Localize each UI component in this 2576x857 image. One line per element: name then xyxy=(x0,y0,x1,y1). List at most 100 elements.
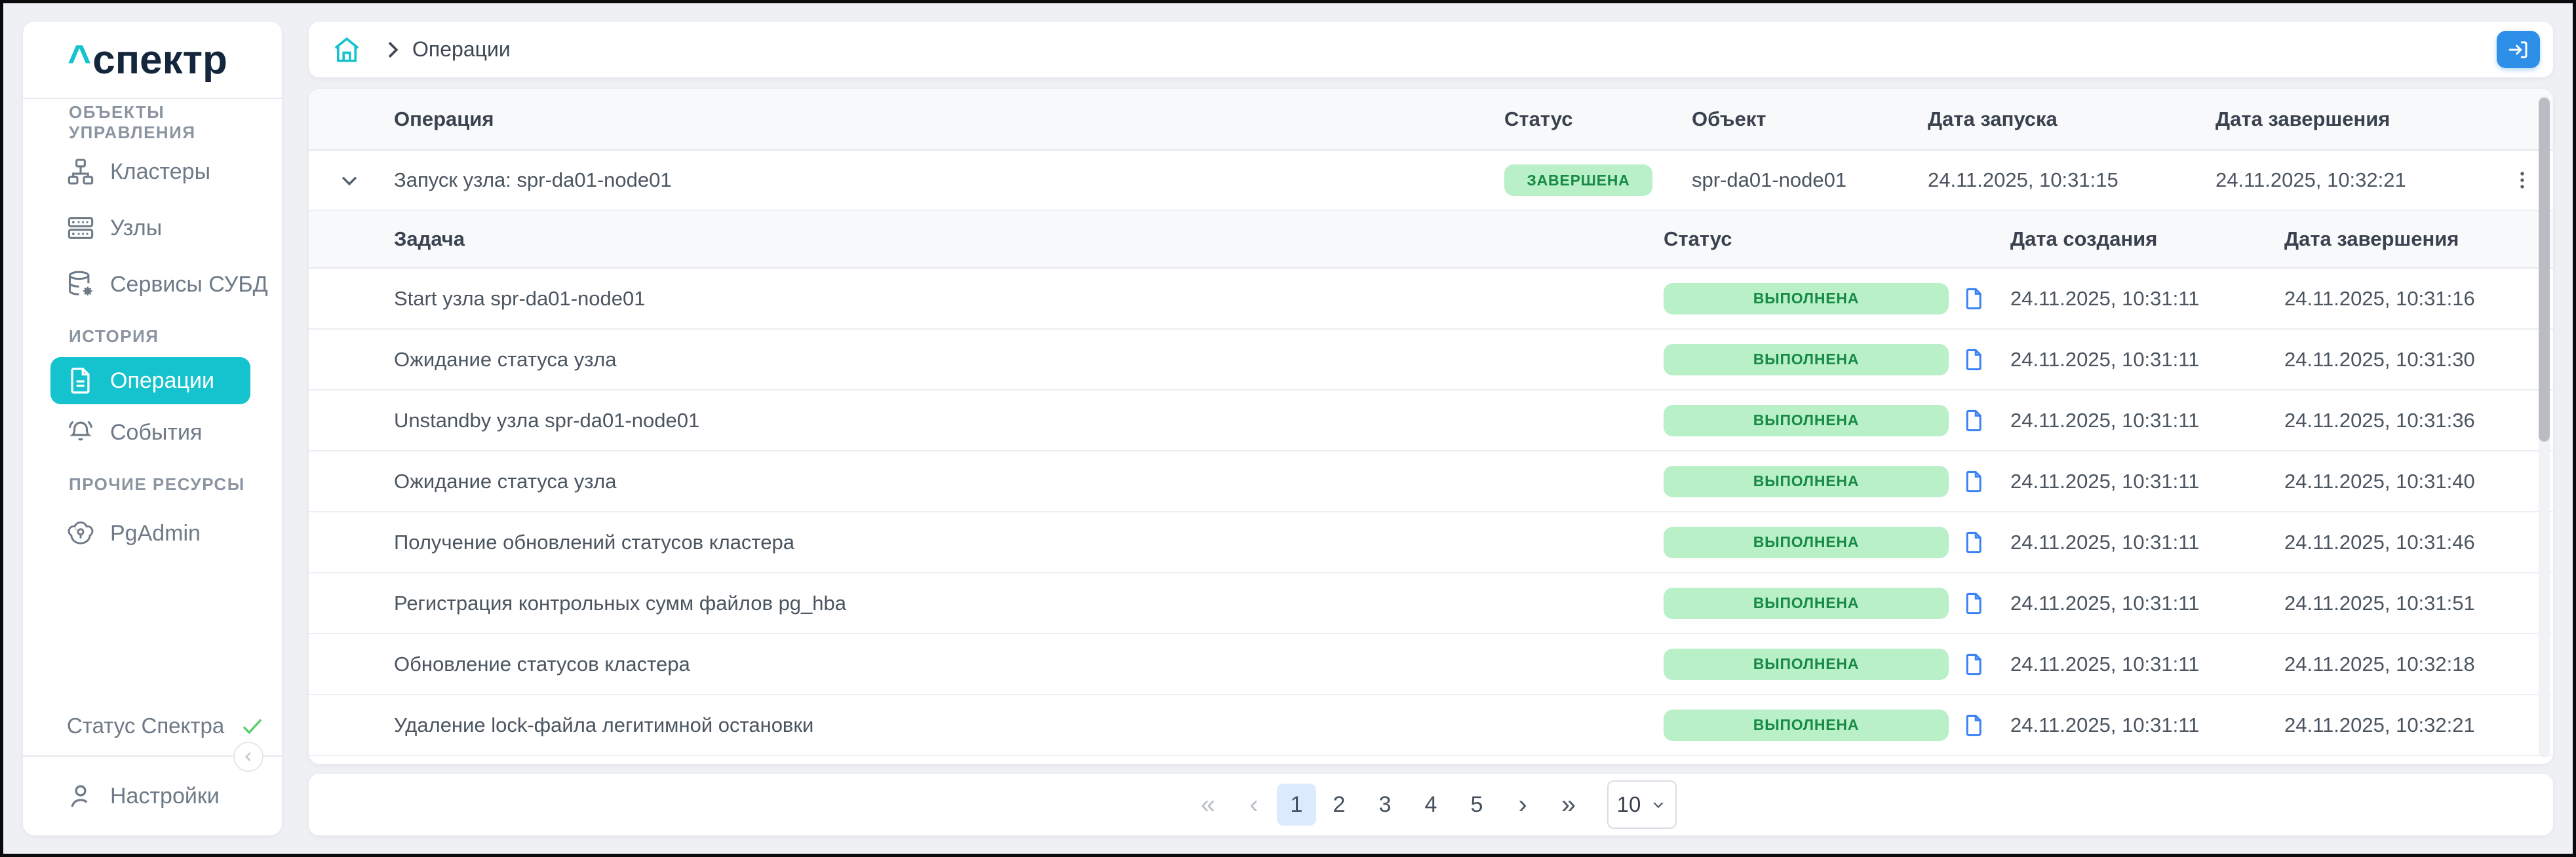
task-end-date: 24.11.2025, 10:31:51 xyxy=(2284,592,2553,615)
page-button-4[interactable]: 4 xyxy=(1408,782,1454,828)
task-rows: Start узла spr-da01-node01 ВЫПОЛНЕНА 24.… xyxy=(309,269,2553,756)
task-status-badge: ВЫПОЛНЕНА xyxy=(1664,649,1949,680)
task-status-badge: ВЫПОЛНЕНА xyxy=(1664,466,1949,497)
task-log-button[interactable] xyxy=(1962,345,1987,375)
sidebar-item-label: События xyxy=(110,420,202,446)
task-title: Start узла spr-da01-node01 xyxy=(394,287,1664,311)
file-icon xyxy=(1962,406,1987,436)
sidebar-item-clusters[interactable]: Кластеры xyxy=(23,143,282,200)
col-header-start-date: Дата запуска xyxy=(1928,107,2215,131)
section-header-management-objects: ОБЪЕКТЫ УПРАВЛЕНИЯ xyxy=(23,109,282,136)
task-title: Unstandby узла spr-da01-node01 xyxy=(394,409,1664,432)
task-title: Получение обновлений статусов кластера xyxy=(394,531,1664,554)
next-page-button[interactable]: › xyxy=(1500,782,1546,828)
clusters-icon xyxy=(66,157,96,187)
task-status-badge: ВЫПОЛНЕНА xyxy=(1664,710,1949,741)
file-icon xyxy=(1962,467,1987,497)
task-row[interactable]: Удаление lock-файла легитимной остановки… xyxy=(309,695,2553,756)
sidebar-item-nodes[interactable]: Узлы xyxy=(23,200,282,256)
file-icon xyxy=(1962,649,1987,679)
page-size-value: 10 xyxy=(1617,792,1641,817)
operation-end-date: 24.11.2025, 10:32:21 xyxy=(2215,168,2506,192)
file-icon xyxy=(1962,588,1987,619)
sidebar-item-db-services[interactable]: Сервисы СУБД xyxy=(23,256,282,313)
page-button-1[interactable]: 1 xyxy=(1277,784,1316,826)
task-end-date: 24.11.2025, 10:32:18 xyxy=(2284,653,2553,676)
task-log-button[interactable] xyxy=(1962,649,1987,679)
sidebar-item-pgadmin[interactable]: PgAdmin xyxy=(23,505,282,562)
task-row[interactable]: Ожидание статуса узла ВЫПОЛНЕНА 24.11.20… xyxy=(309,451,2553,512)
prev-page-button[interactable]: ‹ xyxy=(1231,782,1277,828)
task-created-date: 24.11.2025, 10:31:11 xyxy=(2010,409,2284,432)
file-icon xyxy=(1962,527,1987,558)
task-row[interactable]: Unstandby узла spr-da01-node01 ВЫПОЛНЕНА… xyxy=(309,390,2553,451)
section-header-history: ИСТОРИЯ xyxy=(23,323,282,349)
col-header-status: Статус xyxy=(1504,107,1692,131)
col-header-task: Задача xyxy=(394,227,1664,251)
pgadmin-icon xyxy=(66,518,96,548)
table-scrollbar-thumb[interactable] xyxy=(2539,98,2550,442)
task-log-button[interactable] xyxy=(1962,467,1987,497)
task-end-date: 24.11.2025, 10:32:21 xyxy=(2284,714,2553,737)
task-created-date: 24.11.2025, 10:31:11 xyxy=(2010,592,2284,615)
check-icon xyxy=(239,712,266,740)
page-button-2[interactable]: 2 xyxy=(1316,782,1362,828)
chevron-left-icon xyxy=(240,748,257,765)
logo-caret-icon: ^ xyxy=(68,37,91,83)
db-services-icon xyxy=(66,269,96,299)
col-header-operation: Операция xyxy=(394,107,1504,131)
sidebar-item-operations[interactable]: Операции xyxy=(50,357,250,404)
sidebar-item-label: Сервисы СУБД xyxy=(110,272,268,297)
last-page-button[interactable]: » xyxy=(1546,782,1591,828)
row-actions-button[interactable] xyxy=(2506,161,2539,200)
logout-button[interactable] xyxy=(2497,31,2540,68)
task-status-badge: ВЫПОЛНЕНА xyxy=(1664,344,1949,375)
settings-label: Настройки xyxy=(110,784,220,809)
events-icon xyxy=(66,417,96,448)
collapse-row-button[interactable] xyxy=(336,167,362,193)
task-end-date: 24.11.2025, 10:31:30 xyxy=(2284,348,2553,371)
chevron-down-icon xyxy=(336,167,362,193)
pagination: « ‹ 1 2 3 4 5 › » 10 xyxy=(309,774,2553,835)
task-row[interactable]: Обновление статусов кластера ВЫПОЛНЕНА 2… xyxy=(309,634,2553,695)
sidebar-divider xyxy=(23,755,282,757)
operation-row[interactable]: Запуск узла: spr-da01-node01 ЗАВЕРШЕНА s… xyxy=(309,151,2553,211)
task-log-button[interactable] xyxy=(1962,527,1987,558)
spektr-status-label: Статус Спектра xyxy=(67,714,224,738)
table-scrollbar-track[interactable] xyxy=(2539,96,2550,757)
home-icon xyxy=(331,34,362,66)
col-header-task-status: Статус xyxy=(1664,227,1962,251)
first-page-button[interactable]: « xyxy=(1185,782,1231,828)
task-row[interactable]: Получение обновлений статусов кластера В… xyxy=(309,512,2553,573)
task-row[interactable]: Регистрация контрольных сумм файлов pg_h… xyxy=(309,573,2553,634)
task-created-date: 24.11.2025, 10:31:11 xyxy=(2010,531,2284,554)
operation-object: spr-da01-node01 xyxy=(1692,168,1928,192)
sidebar-item-events[interactable]: События xyxy=(23,404,282,461)
task-log-button[interactable] xyxy=(1962,284,1987,314)
nodes-icon xyxy=(66,213,96,243)
sidebar-item-label: Узлы xyxy=(110,216,162,241)
app-logo: ^спектр xyxy=(23,22,282,99)
col-header-object: Объект xyxy=(1692,107,1928,131)
col-header-end-date: Дата завершения xyxy=(2215,107,2506,131)
file-icon xyxy=(1962,345,1987,375)
sidebar-item-label: Операции xyxy=(110,368,214,394)
chevron-right-icon xyxy=(380,37,406,63)
task-row[interactable]: Ожидание статуса узла ВЫПОЛНЕНА 24.11.20… xyxy=(309,330,2553,390)
page-button-3[interactable]: 3 xyxy=(1362,782,1408,828)
task-log-button[interactable] xyxy=(1962,406,1987,436)
task-end-date: 24.11.2025, 10:31:36 xyxy=(2284,409,2553,432)
page-button-5[interactable]: 5 xyxy=(1454,782,1500,828)
operations-table: Операция Статус Объект Дата запуска Дата… xyxy=(309,89,2553,764)
task-log-button[interactable] xyxy=(1962,588,1987,619)
task-title: Удаление lock-файла легитимной остановки xyxy=(394,714,1664,737)
page-size-select[interactable]: 10 xyxy=(1607,780,1677,829)
section-header-other-resources: ПРОЧИЕ РЕСУРСЫ xyxy=(23,471,282,497)
tasks-table-header: Задача Статус Дата создания Дата заверше… xyxy=(309,211,2553,269)
task-log-button[interactable] xyxy=(1962,710,1987,740)
home-button[interactable] xyxy=(331,34,362,66)
task-row[interactable]: Start узла spr-da01-node01 ВЫПОЛНЕНА 24.… xyxy=(309,269,2553,330)
operation-start-date: 24.11.2025, 10:31:15 xyxy=(1928,168,2215,192)
status-badge: ЗАВЕРШЕНА xyxy=(1504,164,1652,196)
sidebar-collapse-button[interactable] xyxy=(233,742,263,772)
